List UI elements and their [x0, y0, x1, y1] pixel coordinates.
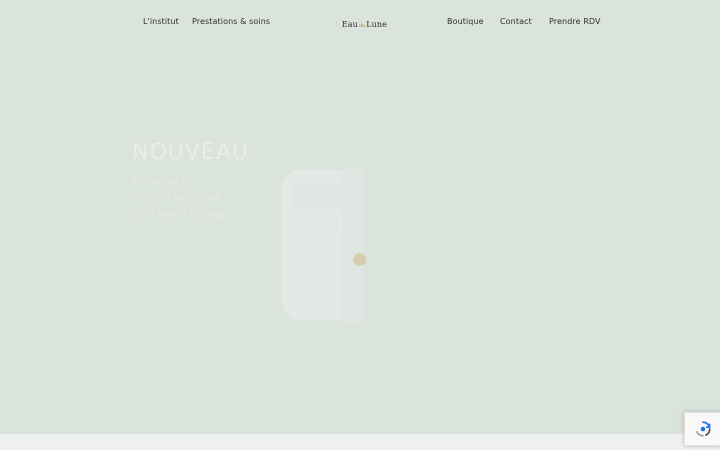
hero-title: NOUVEAU [132, 140, 249, 165]
hero-subtitle: Les soins du contour des yeux et le jard… [133, 177, 226, 220]
hero-banner: NOUVEAU Les soins du contour des yeux et… [0, 44, 720, 434]
logo-word-de: de [358, 22, 366, 29]
nav-link-boutique[interactable]: Boutique [447, 17, 484, 26]
logo-word-lune: Lune [366, 19, 387, 29]
recaptcha-badge[interactable] [684, 412, 720, 446]
logo-text: EaudeLune [342, 20, 387, 29]
nav-link-contact[interactable]: Contact [500, 17, 532, 26]
site-logo[interactable]: EaudeLune [335, 17, 387, 31]
nav-link-prendre-rdv[interactable]: Prendre RDV [549, 17, 601, 26]
moon-icon [336, 21, 338, 26]
nav-link-prestations[interactable]: Prestations & soins [192, 17, 270, 26]
site-header: L'institut Prestations & soins EaudeLune… [0, 0, 720, 44]
product-image [282, 168, 364, 324]
footer-strip [0, 434, 720, 450]
nav-link-institut[interactable]: L'institut [143, 17, 179, 26]
carousel-dot[interactable] [353, 253, 366, 266]
recaptcha-icon [696, 421, 711, 437]
logo-word-eau: Eau [341, 19, 358, 29]
